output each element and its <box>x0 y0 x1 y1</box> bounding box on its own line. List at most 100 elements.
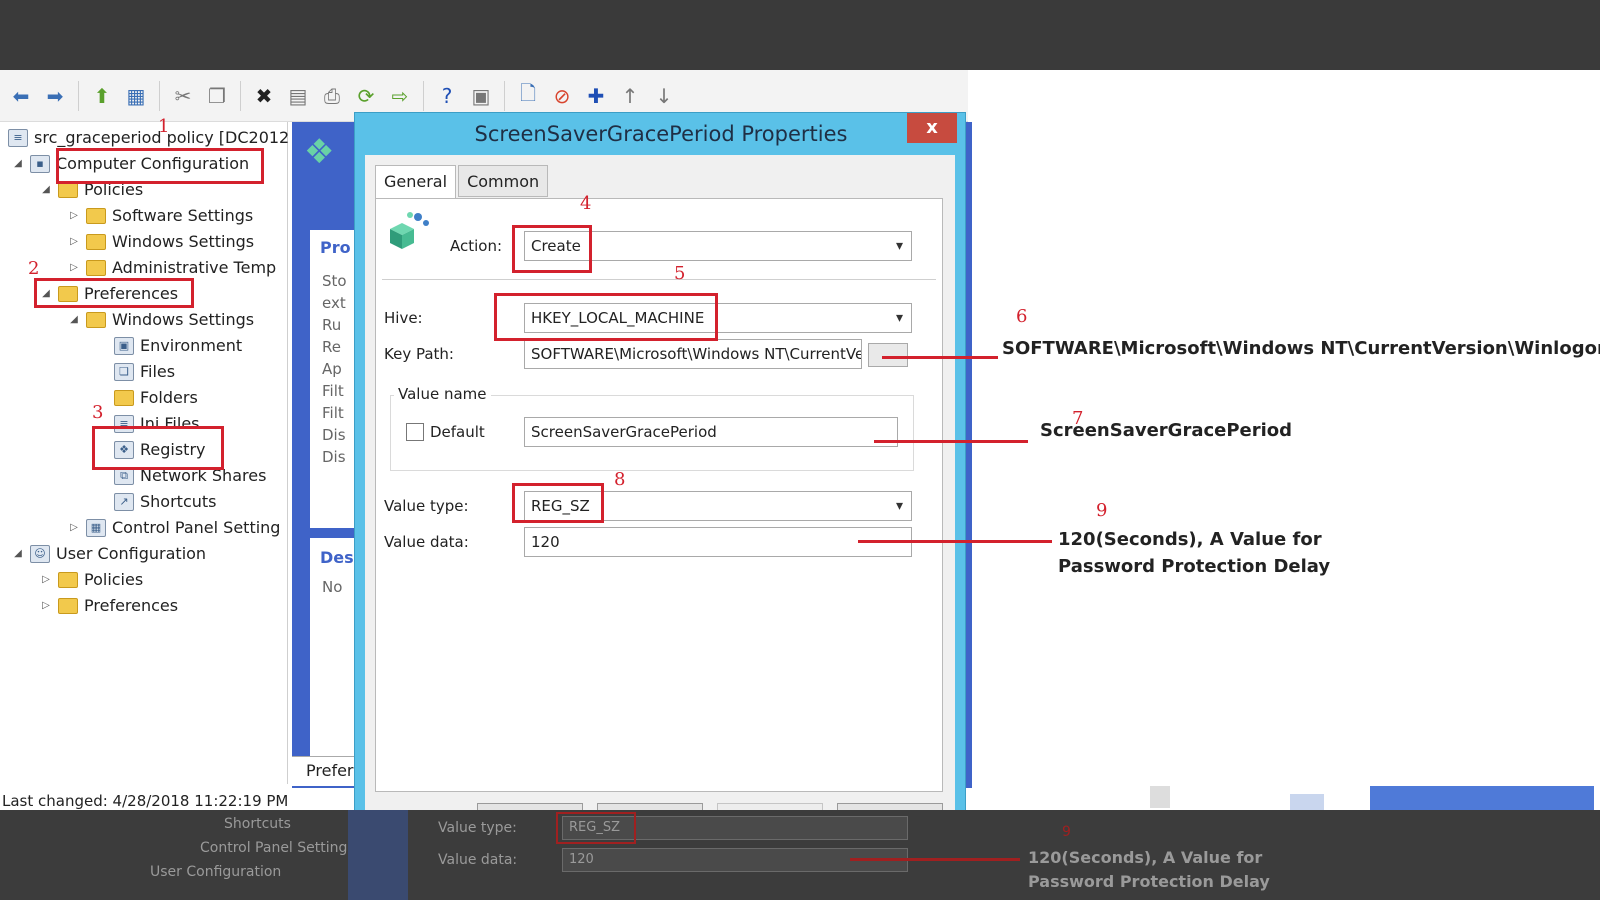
tree-shortcuts[interactable]: ↗ Shortcuts <box>114 490 216 514</box>
tree-label: Administrative Temp <box>112 258 277 277</box>
export-icon[interactable]: ⇨ <box>385 81 415 111</box>
tab-preferences[interactable]: Prefer <box>306 761 354 780</box>
ghost-annotation-line2: Password Protection Delay <box>1028 872 1270 891</box>
callout-number: 6 <box>1016 306 1028 327</box>
taskbar-fragment <box>1290 794 1324 810</box>
expanded-arrow-icon[interactable]: ◢ <box>12 152 24 176</box>
annotation-valuedata: 120(Seconds), A Value for Password Prote… <box>1058 526 1330 580</box>
properties-icon[interactable]: ▤ <box>283 81 313 111</box>
refresh-icon[interactable]: ⟳ <box>351 81 381 111</box>
card-line: Ap <box>322 360 342 378</box>
tab-general[interactable]: General <box>375 165 457 199</box>
tree-label: Environment <box>140 336 243 355</box>
callout-number: 3 <box>92 402 104 423</box>
add-icon[interactable]: ✚ <box>581 81 611 111</box>
card-line: ext <box>322 294 346 312</box>
delete-icon[interactable]: ✖ <box>249 81 279 111</box>
tree-label: Windows Settings <box>112 232 255 251</box>
collapsed-arrow-icon[interactable]: ▷ <box>68 256 80 280</box>
ghost-value-type-label: Value type: <box>438 820 517 836</box>
ghost-callout-number: 9 <box>1062 824 1071 840</box>
tree-label: Folders <box>140 388 198 407</box>
new-item-icon[interactable]: 🗋 <box>513 81 543 111</box>
ghost-shortcuts: Shortcuts <box>224 816 291 832</box>
default-checkbox[interactable] <box>406 423 424 441</box>
stop-icon[interactable]: ⊘ <box>547 81 577 111</box>
ghost-user-config: User Configuration <box>150 864 282 880</box>
tree-pref-windows-settings[interactable]: ◢ Windows Settings <box>68 308 254 332</box>
action-label: Action: <box>450 237 503 255</box>
collapsed-arrow-icon[interactable]: ▷ <box>68 204 80 228</box>
files-icon: ❏ <box>114 363 134 381</box>
value-name-input[interactable]: ScreenSaverGracePeriod <box>524 417 898 447</box>
tree-windows-settings[interactable]: ▷ Windows Settings <box>68 230 254 254</box>
keypath-input[interactable]: SOFTWARE\Microsoft\Windows NT\CurrentVer <box>524 339 862 369</box>
tree-label: Shortcuts <box>140 492 217 511</box>
tree-software-settings[interactable]: ▷ Software Settings <box>68 204 253 228</box>
callout-number: 9 <box>1096 500 1108 521</box>
close-icon[interactable]: x <box>907 113 957 143</box>
tree-user-configuration[interactable]: ◢ ☺ User Configuration <box>12 542 206 566</box>
tree-root[interactable]: ≡ src_graceperiod policy [DC2012 <box>8 126 289 150</box>
print-icon[interactable]: ⎙ <box>317 81 347 111</box>
control-panel-icon: ▦ <box>86 519 106 537</box>
up-folder-icon[interactable]: ⬆ <box>87 81 117 111</box>
tree-label: Control Panel Setting <box>112 518 281 537</box>
card-title: Des <box>320 548 354 567</box>
tree-label: Software Settings <box>112 206 254 225</box>
copy-icon[interactable]: ❐ <box>202 81 232 111</box>
tree-environment[interactable]: ▣ Environment <box>114 334 242 358</box>
tree-user-policies[interactable]: ▷ Policies <box>40 568 143 592</box>
folder-icon <box>114 390 134 406</box>
value-data-input[interactable]: 120 <box>524 527 912 557</box>
collapsed-arrow-icon[interactable]: ▷ <box>40 568 52 592</box>
forward-arrow-icon[interactable]: ➡ <box>40 81 70 111</box>
collapsed-arrow-icon[interactable]: ▷ <box>40 594 52 618</box>
browse-button[interactable]: ... <box>868 343 908 367</box>
computer-icon: ▪ <box>30 155 50 173</box>
highlight-computer-configuration <box>56 148 264 184</box>
tree-folders[interactable]: Folders <box>114 386 198 410</box>
general-panel: Action: Create ▾ Hive: HKEY_LOCAL_MACHIN… <box>375 193 943 792</box>
collapsed-arrow-icon[interactable]: ▷ <box>68 516 80 540</box>
value-type-label: Value type: <box>384 497 469 515</box>
tree-user-preferences[interactable]: ▷ Preferences <box>40 594 178 618</box>
expanded-arrow-icon[interactable]: ◢ <box>68 308 80 332</box>
expanded-arrow-icon[interactable]: ◢ <box>12 542 24 566</box>
annotation-line-keypath <box>882 356 998 359</box>
toolbar-separator <box>78 80 79 111</box>
tree-files[interactable]: ❏ Files <box>114 360 175 384</box>
tree-label: User Configuration <box>56 544 207 563</box>
tree-label: Windows Settings <box>112 310 255 329</box>
dialog-title: ScreenSaverGracePeriod Properties <box>474 122 848 146</box>
move-up-icon[interactable]: ↑ <box>615 81 645 111</box>
tree-administrative-templates[interactable]: ▷ Administrative Temp <box>68 256 276 280</box>
expanded-arrow-icon[interactable]: ◢ <box>40 178 52 202</box>
ghost-annotation-line1: 120(Seconds), A Value for <box>1028 848 1263 867</box>
chevron-down-icon[interactable]: ▾ <box>896 304 903 332</box>
back-arrow-icon[interactable]: ⬅ <box>6 81 36 111</box>
highlight-registry <box>92 426 224 470</box>
status-last-changed: Last changed: 4/28/2018 11:22:19 PM <box>2 792 289 810</box>
folder-icon <box>86 260 106 276</box>
annotation-valuedata-line2: Password Protection Delay <box>1058 556 1331 577</box>
highlight-value-type <box>512 483 604 523</box>
show-hide-tree-icon[interactable]: ▦ <box>121 81 151 111</box>
console-icon[interactable]: ▣ <box>466 81 496 111</box>
collapsed-arrow-icon[interactable]: ▷ <box>68 230 80 254</box>
tree-control-panel[interactable]: ▷ ▦ Control Panel Setting <box>68 516 280 540</box>
ghost-annotation-line <box>850 858 1020 861</box>
card-title: Pro <box>320 238 351 257</box>
annotation-line-valuename <box>874 440 1028 443</box>
taskbar-fragment <box>1370 786 1594 810</box>
tree-label: Preferences <box>84 596 179 615</box>
registry-icon <box>390 212 429 249</box>
annotation-valuedata-line1: 120(Seconds), A Value for <box>1058 529 1322 550</box>
help-icon[interactable]: ? <box>432 81 462 111</box>
move-down-icon[interactable]: ↓ <box>649 81 679 111</box>
highlight-action <box>512 225 592 273</box>
chevron-down-icon[interactable]: ▾ <box>896 492 903 520</box>
chevron-down-icon[interactable]: ▾ <box>896 232 903 260</box>
cut-icon[interactable]: ✂ <box>168 81 198 111</box>
tab-common[interactable]: Common <box>458 165 549 197</box>
